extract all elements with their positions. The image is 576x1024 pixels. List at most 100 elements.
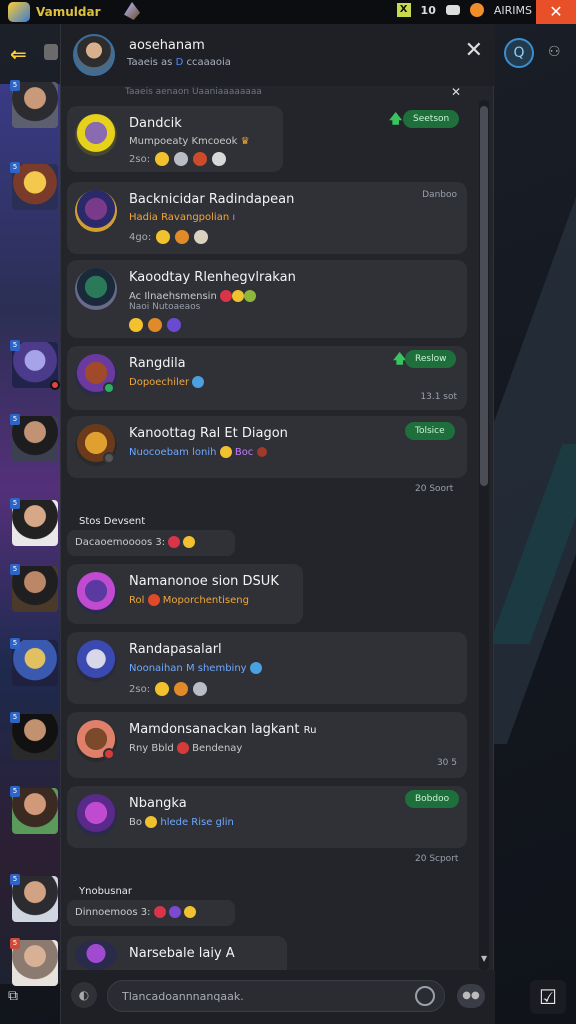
timestamp: 20 Soort: [415, 484, 454, 494]
emoji-icon: [219, 290, 232, 302]
message-avatar[interactable]: [75, 572, 117, 614]
message-card[interactable]: Namanonoe sion DSUK Rol Moporchentiseng: [67, 564, 303, 624]
message-card[interactable]: Backnicidar Radindapean Hadia Ravangpoli…: [67, 182, 467, 254]
back-arrow-icon[interactable]: ⇐: [10, 42, 27, 66]
emoji-icon[interactable]: [167, 318, 181, 332]
message-avatar[interactable]: [75, 640, 117, 682]
friend-avatar[interactable]: 5: [10, 938, 58, 986]
emoji-icon[interactable]: [155, 152, 170, 166]
friend-avatar[interactable]: 5: [10, 564, 58, 612]
status-pill[interactable]: Reslow: [405, 350, 457, 368]
message-sender: Rangdila: [129, 356, 186, 371]
message-sender: Dandcik: [129, 116, 182, 131]
emoji-icon[interactable]: [194, 230, 209, 244]
contact-avatar[interactable]: [73, 34, 115, 76]
friend-avatar[interactable]: 5: [10, 786, 58, 834]
message-card[interactable]: Narsebale laiy A: [67, 936, 287, 970]
status-link[interactable]: D: [176, 57, 184, 68]
microphone-icon[interactable]: ◐: [71, 982, 97, 1008]
emoji-icon[interactable]: [156, 230, 171, 244]
message-card[interactable]: Kaoodtay Rlenhegvlrakan Ac Ilnaehsmensin…: [67, 260, 467, 338]
close-icon[interactable]: ✕: [465, 38, 483, 63]
emoji-icon: [256, 447, 267, 457]
emoji-icon[interactable]: [193, 152, 208, 166]
message-line: Moporchentiseng: [162, 595, 249, 606]
rank-badge: 5: [10, 712, 20, 723]
close-icon[interactable]: ✕: [451, 85, 461, 99]
timestamp: 20 Scport: [415, 854, 459, 864]
message-avatar[interactable]: [75, 268, 117, 310]
emoji-icon[interactable]: [168, 906, 181, 918]
friend-avatar[interactable]: 5: [10, 498, 58, 546]
status-dot: [103, 452, 115, 464]
friend-avatar[interactable]: 5: [10, 638, 58, 686]
window-close-button[interactable]: ✕: [536, 0, 576, 24]
message-card[interactable]: Mamdonsanackan lagkant Ru Rny Bbld Bende…: [67, 712, 467, 778]
emoji-icon[interactable]: [415, 986, 435, 1006]
message-sender: Backnicidar Radindapean: [129, 192, 295, 207]
message-line: Rny Bbld: [129, 743, 174, 754]
message-avatar[interactable]: [75, 354, 117, 396]
message-input[interactable]: [107, 980, 445, 1012]
puzzle-icon[interactable]: ⧉: [8, 988, 30, 1010]
emoji-icon[interactable]: [174, 152, 189, 166]
emoji-icon[interactable]: [184, 906, 197, 918]
search-icon[interactable]: Q: [504, 38, 534, 68]
emoji-icon[interactable]: [148, 318, 162, 332]
message-avatar[interactable]: [75, 424, 117, 466]
message-card[interactable]: Dandcik Mumpoeaty Kmcoeok ♛ 2so:: [67, 106, 283, 172]
message-time: 13.1 sot: [420, 392, 457, 402]
emoji-icon[interactable]: [183, 536, 196, 548]
message-text: Rny Bbld Bendenay: [129, 742, 242, 754]
emoji-icon[interactable]: [175, 230, 190, 244]
status-pill[interactable]: Bobdoo: [405, 790, 460, 808]
message-avatar[interactable]: [75, 114, 117, 156]
message-avatar[interactable]: [75, 940, 117, 970]
emoji-icon[interactable]: [129, 318, 143, 332]
friend-avatar[interactable]: 5: [10, 162, 58, 210]
status-pill[interactable]: Tolsice: [405, 422, 455, 440]
emoji-icon[interactable]: [212, 152, 227, 166]
brand-label: AIRIMS: [493, 3, 532, 17]
message-text: Nuocoebam lonih Boc: [129, 446, 267, 458]
checklist-icon[interactable]: ☑: [530, 980, 566, 1014]
system-text: Dinnoemoos 3:: [75, 907, 151, 918]
friend-avatar[interactable]: 5: [10, 80, 58, 128]
message-time: Danboo: [422, 190, 457, 200]
emoji-icon[interactable]: [193, 682, 208, 696]
message-avatar[interactable]: [75, 190, 117, 232]
scrollbar-thumb[interactable]: [480, 106, 488, 486]
rank-badge: 5: [10, 340, 20, 351]
message-icon: [445, 5, 460, 15]
scrollbar[interactable]: [479, 100, 489, 970]
friend-avatar[interactable]: 5: [10, 874, 58, 922]
emoji-icon[interactable]: [153, 906, 166, 918]
send-button[interactable]: ●●: [457, 984, 485, 1008]
scroll-down-icon[interactable]: ▼: [481, 954, 487, 963]
friend-avatar[interactable]: 5: [10, 340, 60, 390]
message-sender: Randapasalarl: [129, 642, 222, 657]
friend-avatar[interactable]: 5: [10, 712, 58, 760]
message-line: Bo: [129, 817, 142, 828]
message-avatar[interactable]: [75, 720, 117, 762]
rank-badge: 5: [10, 162, 20, 173]
people-icon[interactable]: ⚇: [548, 44, 561, 60]
message-card[interactable]: Randapasalarl Noonaihan M shembiny 2so:: [67, 632, 467, 704]
contact-status: Taaeis as D ccaaaoia: [127, 57, 231, 68]
message-line: Hadia Ravangpolian: [129, 212, 230, 223]
emoji-icon[interactable]: [168, 536, 181, 548]
friend-avatar[interactable]: 5: [10, 414, 58, 462]
contact-name: aosehanam: [129, 38, 205, 53]
emoji-icon[interactable]: [174, 682, 189, 696]
message-text: Mumpoeaty Kmcoeok ♛: [129, 136, 250, 147]
status-bar: Vamuldar X 10 AIRIMS ✕: [0, 0, 576, 24]
message-text: Dopoechiler: [129, 376, 205, 388]
notification-icon: [469, 3, 484, 17]
rank-badge: 5: [10, 786, 20, 797]
message-avatar[interactable]: [75, 794, 117, 836]
status-pill[interactable]: Seetson: [403, 110, 460, 128]
message-line: Ac Ilnaehsmensin: [129, 291, 217, 302]
reaction-count: 2so:: [129, 153, 151, 165]
emoji-icon: ♛: [240, 136, 250, 147]
emoji-icon[interactable]: [155, 682, 170, 696]
